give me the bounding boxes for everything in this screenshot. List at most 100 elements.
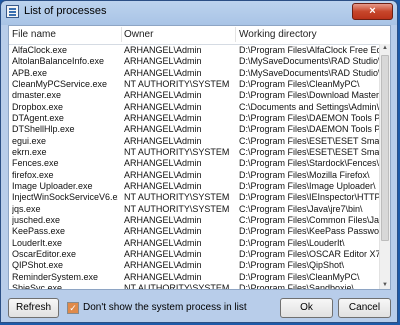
file-name-cell: ekrn.exe [12, 146, 47, 157]
working-directory-cell: D:\Program Files\LouderIt\ [239, 237, 345, 248]
owner-cell: NT AUTHORITY\SYSTEM [124, 146, 230, 157]
window-title: List of processes [24, 5, 107, 17]
column-divider[interactable] [121, 27, 122, 42]
working-directory-cell: D:\Program Files\CleanMyPC\ [239, 78, 360, 89]
owner-cell: ARHANGEL\Admin [124, 101, 202, 112]
owner-cell: ARHANGEL\Admin [124, 45, 202, 55]
file-name-cell: jqs.exe [12, 203, 41, 214]
working-directory-cell: C:\Program Files\ESET\ESET Smart ... [239, 135, 381, 146]
table-row[interactable]: ekrn.exe NT AUTHORITY\SYSTEM C:\Program Fi… [9, 147, 381, 158]
owner-cell: NT AUTHORITY\SYSTEM [124, 203, 230, 214]
column-header-owner[interactable]: Owner [124, 29, 153, 40]
file-name-cell: KeePass.exe [12, 226, 66, 237]
file-name-cell: ReminderSystem.exe [12, 271, 99, 282]
file-name-cell: DTAgent.exe [12, 112, 64, 123]
file-name-cell: Dropbox.exe [12, 101, 64, 112]
table-row[interactable]: LouderIt.exe ARHANGEL\Admin D:\Program Fil… [9, 238, 381, 249]
table-row[interactable]: ReminderSystem.exe ARHANGEL\Admin D:\Progr… [9, 272, 381, 283]
title-bar[interactable]: List of processes × [1, 1, 397, 23]
owner-cell: NT AUTHORITY\SYSTEM [124, 282, 230, 290]
working-directory-cell: D:\Program Files\IEInspector\HTTPA... [239, 192, 381, 203]
working-directory-cell: D:\Program Files\Sandboxie\ [239, 282, 355, 290]
table-row[interactable]: Dropbox.exe ARHANGEL\Admin C:\Documents an… [9, 102, 381, 113]
file-name-cell: Fences.exe [12, 158, 59, 169]
column-header-working-directory[interactable]: Working directory [239, 29, 317, 40]
table-row[interactable]: firefox.exe ARHANGEL\Admin D:\Program File… [9, 170, 381, 181]
table-row[interactable]: InjectWinSockServiceV6.exe NT AUTHORITY\S… [9, 192, 381, 203]
file-name-cell: dmaster.exe [12, 90, 62, 101]
working-directory-cell: D:\MySaveDocuments\RAD Studio\Pr... [239, 56, 381, 67]
list-window-icon [6, 5, 19, 18]
file-name-cell: OscarEditor.exe [12, 248, 77, 259]
owner-cell: ARHANGEL\Admin [124, 248, 202, 259]
working-directory-cell: D:\Program Files\Download Master\ [239, 90, 381, 101]
scrollbar-thumb[interactable] [381, 55, 389, 241]
file-name-cell: Image Uploader.exe [12, 180, 93, 191]
checkmark-icon[interactable]: ✓ [67, 302, 79, 314]
owner-cell: ARHANGEL\Admin [124, 237, 202, 248]
cancel-button[interactable]: Cancel [338, 298, 391, 318]
file-name-cell: SbieSvc.exe [12, 282, 63, 290]
table-row[interactable]: Image Uploader.exe ARHANGEL\Admin D:\Progr… [9, 181, 381, 192]
refresh-button[interactable]: Refresh [8, 298, 59, 318]
column-divider[interactable] [235, 27, 236, 42]
owner-cell: ARHANGEL\Admin [124, 214, 202, 225]
scroll-down-icon[interactable]: ▼ [381, 281, 389, 289]
table-row[interactable]: SbieSvc.exe NT AUTHORITY\SYSTEM D:\Program… [9, 282, 381, 290]
table-body: AlfaClock.exe ARHANGEL\Admin D:\Program Fi… [9, 45, 381, 290]
table-row[interactable]: egui.exe ARHANGEL\Admin C:\Program Files\E… [9, 136, 381, 147]
working-directory-cell: D:\Program Files\DAEMON Tools Pro\ [239, 124, 381, 135]
vertical-scrollbar[interactable]: ▲ ▼ [379, 44, 390, 289]
ok-button[interactable]: Ok [280, 298, 333, 318]
table-row[interactable]: QIPShot.exe ARHANGEL\Admin D:\Program File… [9, 260, 381, 271]
column-header-file-name[interactable]: File name [12, 29, 56, 40]
owner-cell: ARHANGEL\Admin [124, 135, 202, 146]
table-row[interactable]: dmaster.exe ARHANGEL\Admin D:\Program File… [9, 90, 381, 101]
table-row[interactable]: jusched.exe ARHANGEL\Admin C:\Program File… [9, 215, 381, 226]
file-name-cell: LouderIt.exe [12, 237, 63, 248]
file-name-cell: firefox.exe [12, 169, 54, 180]
process-table: File name Owner Working directory AlfaCl… [8, 25, 391, 290]
file-name-cell: APB.exe [12, 67, 48, 78]
file-name-cell: AlfaClock.exe [12, 45, 68, 55]
file-name-cell: QIPShot.exe [12, 260, 64, 271]
close-button[interactable]: × [352, 3, 393, 20]
working-directory-cell: C:\Program Files\Java\jre7\bin\ [239, 203, 363, 214]
working-directory-cell: D:\Program Files\Image Uploader\ [239, 180, 376, 191]
working-directory-cell: D:\Program Files\DAEMON Tools Pro\ [239, 112, 381, 123]
working-directory-cell: C:\Program Files\Common Files\Java... [239, 214, 381, 225]
scroll-up-icon[interactable]: ▲ [381, 44, 389, 53]
file-name-cell: DTShellHlp.exe [12, 124, 75, 135]
working-directory-cell: D:\Program Files\Stardock\Fences\ [239, 158, 380, 169]
file-name-cell: AltolanBalanceInfo.exe [12, 56, 105, 67]
working-directory-cell: C:\Program Files\ESET\ESET Smart ... [239, 146, 381, 157]
table-row[interactable]: APB.exe ARHANGEL\Admin D:\MySaveDocuments\… [9, 68, 381, 79]
table-row[interactable]: AltolanBalanceInfo.exe ARHANGEL\Admin D:\M… [9, 56, 381, 67]
table-row[interactable]: jqs.exe NT AUTHORITY\SYSTEM C:\Program Fil… [9, 204, 381, 215]
owner-cell: ARHANGEL\Admin [124, 260, 202, 271]
owner-cell: ARHANGEL\Admin [124, 112, 202, 123]
working-directory-cell: D:\Program Files\QipShot\ [239, 260, 345, 271]
working-directory-cell: D:\Program Files\AlfaClock Free Editi... [239, 45, 381, 55]
owner-cell: ARHANGEL\Admin [124, 271, 202, 282]
table-row[interactable]: DTAgent.exe ARHANGEL\Admin D:\Program File… [9, 113, 381, 124]
owner-cell: ARHANGEL\Admin [124, 169, 202, 180]
owner-cell: ARHANGEL\Admin [124, 180, 202, 191]
working-directory-cell: D:\Program Files\Mozilla Firefox\ [239, 169, 370, 180]
owner-cell: ARHANGEL\Admin [124, 226, 202, 237]
owner-cell: ARHANGEL\Admin [124, 56, 202, 67]
table-row[interactable]: KeePass.exe ARHANGEL\Admin D:\Program File… [9, 226, 381, 237]
owner-cell: NT AUTHORITY\SYSTEM [124, 78, 230, 89]
owner-cell: ARHANGEL\Admin [124, 67, 202, 78]
table-row[interactable]: CleanMyPCService.exe NT AUTHORITY\SYSTEM D… [9, 79, 381, 90]
table-row[interactable]: Fences.exe ARHANGEL\Admin D:\Program Files… [9, 158, 381, 169]
working-directory-cell: D:\Program Files\OSCAR Editor X7\ [239, 248, 381, 259]
table-row[interactable]: AlfaClock.exe ARHANGEL\Admin D:\Program Fi… [9, 45, 381, 56]
file-name-cell: CleanMyPCService.exe [12, 78, 108, 89]
working-directory-cell: D:\MySaveDocuments\RAD Studio\Pr... [239, 67, 381, 78]
working-directory-cell: D:\Program Files\KeePass Password ... [239, 226, 381, 237]
file-name-cell: InjectWinSockServiceV6.exe [12, 192, 118, 203]
table-row[interactable]: OscarEditor.exe ARHANGEL\Admin D:\Program … [9, 249, 381, 260]
table-row[interactable]: DTShellHlp.exe ARHANGEL\Admin D:\Program F… [9, 124, 381, 135]
owner-cell: ARHANGEL\Admin [124, 90, 202, 101]
